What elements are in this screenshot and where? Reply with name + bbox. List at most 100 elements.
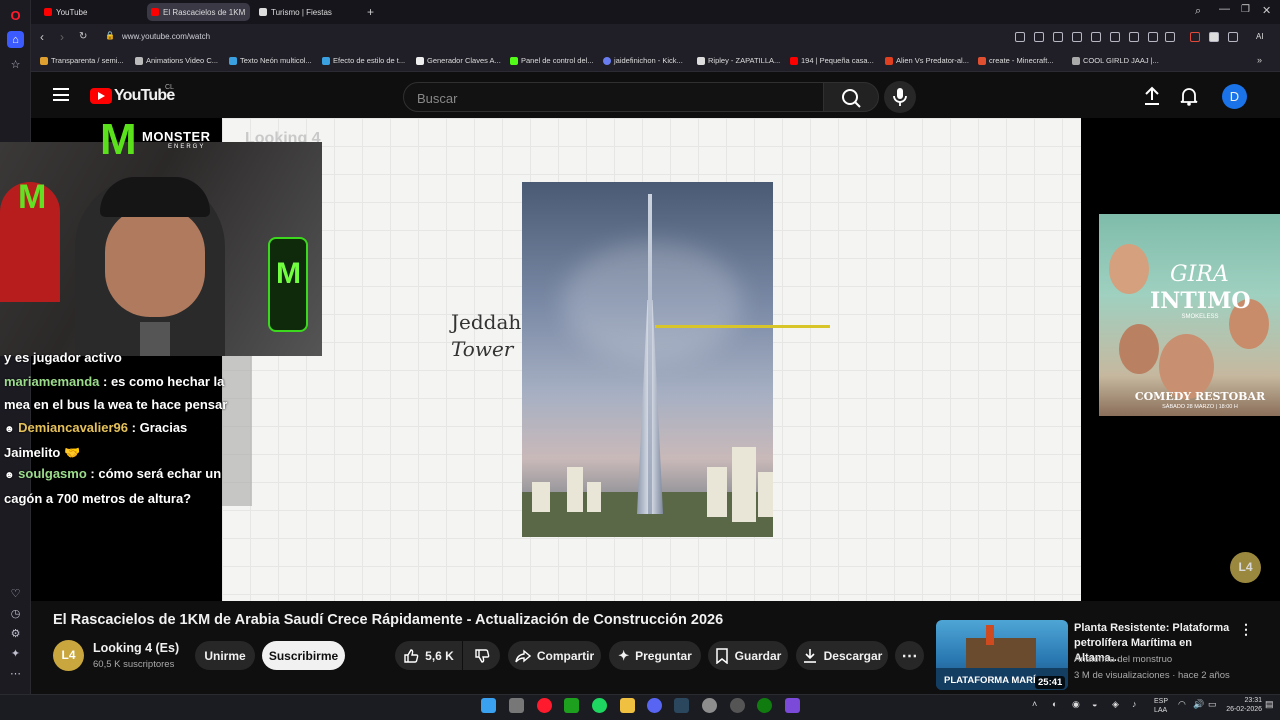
bookmark-item[interactable]: jaidefinichon - Kick... xyxy=(603,56,683,65)
lightbulb-icon[interactable]: ✦ xyxy=(7,645,24,662)
bookmark-item[interactable]: Texto Neón multicol... xyxy=(229,56,312,65)
extension-2-icon[interactable] xyxy=(1209,32,1219,42)
search-button[interactable] xyxy=(823,82,879,112)
app-icon[interactable] xyxy=(730,698,745,713)
download-button[interactable]: Descargar xyxy=(796,641,888,670)
tray-discord-icon[interactable]: ◒ xyxy=(1092,699,1097,709)
heart-toolbar-icon[interactable] xyxy=(1110,32,1120,42)
aria-button[interactable]: AI xyxy=(1256,32,1264,41)
share-button[interactable]: Compartir xyxy=(508,641,601,670)
ask-button[interactable]: ✦ Preguntar xyxy=(609,641,701,670)
opera-logo-icon[interactable]: O xyxy=(7,7,24,24)
tray-steam-icon[interactable]: ◉ xyxy=(1072,699,1080,710)
close-window-icon[interactable]: ✕ xyxy=(1262,4,1271,17)
bookmark-item[interactable]: 194 | Pequeña casa... xyxy=(790,56,874,65)
monster-logo-icon: M xyxy=(100,115,137,164)
bookmark-item[interactable]: create - Minecraft... xyxy=(978,56,1054,65)
join-button[interactable]: Unirme xyxy=(195,641,255,670)
channel-watermark-badge[interactable]: L4 xyxy=(1230,552,1261,583)
spotify-icon[interactable] xyxy=(592,698,607,713)
download-toolbar-icon[interactable] xyxy=(1129,32,1139,42)
start-icon[interactable] xyxy=(481,698,496,713)
tray-mic-icon[interactable]: ♪ xyxy=(1132,699,1137,709)
more-icon[interactable]: ⋯ xyxy=(7,665,24,682)
bookmark-item[interactable]: Animations Video C... xyxy=(135,56,218,65)
extension-3-icon[interactable] xyxy=(1228,32,1238,42)
play-icon[interactable] xyxy=(1091,32,1101,42)
tray-chevron-icon[interactable]: ˄ xyxy=(1032,699,1037,709)
bookmark-item[interactable]: Alien Vs Predator-al... xyxy=(885,56,969,65)
ad-text: SMOKELESS xyxy=(1181,314,1219,320)
tray-icon[interactable]: ◐ xyxy=(1052,699,1057,709)
new-tab-plus-icon[interactable]: + xyxy=(367,5,374,19)
tray-icon[interactable]: ◈ xyxy=(1112,699,1119,710)
clock[interactable]: 23:31 26-02-2026 xyxy=(1222,696,1262,714)
app-icon[interactable] xyxy=(785,698,800,713)
file-explorer-icon[interactable] xyxy=(620,698,635,713)
search-input[interactable]: Buscar xyxy=(403,82,824,112)
voice-search-button[interactable] xyxy=(884,81,916,113)
heart-icon[interactable]: ♡ xyxy=(7,585,24,602)
like-button[interactable]: 5,6 K xyxy=(395,641,462,670)
history-icon[interactable]: ◷ xyxy=(7,605,24,622)
bookmarks-overflow-icon[interactable]: » xyxy=(1257,55,1262,65)
channel-avatar[interactable]: L4 xyxy=(53,640,84,671)
bookmark-item[interactable]: Generador Claves A... xyxy=(416,56,501,65)
forward-icon[interactable]: › xyxy=(60,30,64,44)
profile-toolbar-icon[interactable] xyxy=(1165,32,1175,42)
notifications-button[interactable] xyxy=(1180,86,1198,106)
bookmark-item[interactable]: Ripley - ZAPATILLA... xyxy=(697,56,780,65)
bookmark-item[interactable]: COOL GIRLD JAAJ |... xyxy=(1072,56,1159,65)
wifi-icon[interactable]: ◠ xyxy=(1178,699,1186,710)
language-indicator[interactable]: ESP LAA xyxy=(1154,697,1168,715)
hamburger-menu-icon[interactable] xyxy=(53,88,69,101)
channel-name[interactable]: Looking 4 (Es) xyxy=(93,641,179,655)
shield-icon[interactable] xyxy=(1072,32,1082,42)
volume-icon[interactable]: 🔊 xyxy=(1193,699,1204,710)
tab-youtube[interactable]: YouTube xyxy=(40,3,143,21)
dislike-button[interactable] xyxy=(463,641,500,670)
camera-icon[interactable] xyxy=(1053,32,1063,42)
xbox-icon[interactable] xyxy=(564,698,579,713)
back-icon[interactable]: ‹ xyxy=(40,30,44,44)
tab-active-video[interactable]: El Rascacielos de 1KM xyxy=(147,3,250,21)
bookmark-label: Texto Neón multicol... xyxy=(240,56,312,65)
notification-center-icon[interactable]: ▤ xyxy=(1265,699,1274,710)
bookmark-favicon-icon xyxy=(697,56,705,65)
minimize-icon[interactable]: — xyxy=(1219,3,1230,15)
bookmark-label: Generador Claves A... xyxy=(427,56,501,65)
home-icon[interactable]: ⌂ xyxy=(7,31,24,48)
reload-icon[interactable]: ↻ xyxy=(79,31,87,42)
settings-icon[interactable]: ⚙ xyxy=(7,625,24,642)
extension-icon[interactable] xyxy=(1190,32,1200,42)
xbox-app-icon[interactable] xyxy=(757,698,772,713)
battery-icon[interactable]: ▭ xyxy=(1208,699,1217,710)
recommended-menu-icon[interactable]: ⋮ xyxy=(1239,621,1253,638)
app-icon[interactable] xyxy=(702,698,717,713)
steam-icon[interactable] xyxy=(674,698,689,713)
youtube-logo-icon[interactable] xyxy=(90,88,112,104)
subscribe-button[interactable]: Suscribirme xyxy=(262,641,345,670)
zoom-icon[interactable] xyxy=(1015,32,1025,42)
discord-icon[interactable] xyxy=(647,698,662,713)
bookmark-item[interactable]: Efecto de estilo de t... xyxy=(322,56,405,65)
maximize-icon[interactable]: ❐ xyxy=(1241,4,1250,15)
pinboard-icon[interactable]: ☆ xyxy=(7,56,24,73)
upload-button[interactable] xyxy=(1143,86,1161,106)
opera-taskbar-icon[interactable] xyxy=(537,698,552,713)
bookmark-item[interactable]: Panel de control del... xyxy=(510,56,594,65)
save-button[interactable]: Guardar xyxy=(708,641,788,670)
more-actions-button[interactable]: ⋯ xyxy=(895,641,924,670)
bookmark-favicon-icon xyxy=(416,56,424,65)
tab-turismo[interactable]: Turismo | Fiestas xyxy=(255,3,358,21)
edit-icon[interactable] xyxy=(1034,32,1044,42)
recommended-channel[interactable]: Anatomía del monstruo xyxy=(1074,654,1172,665)
menu-toolbar-icon[interactable] xyxy=(1148,32,1158,42)
avatar[interactable]: D xyxy=(1222,84,1247,109)
bookmark-item[interactable]: Transparenta / semi... xyxy=(40,56,124,65)
url-field[interactable]: www.youtube.com/watch xyxy=(122,32,210,41)
tab-label: Turismo | Fiestas xyxy=(271,7,332,17)
bookmark-favicon-icon xyxy=(603,56,611,65)
tab-search-icon[interactable]: ⌕ xyxy=(1195,5,1201,18)
task-view-icon[interactable] xyxy=(509,698,524,713)
